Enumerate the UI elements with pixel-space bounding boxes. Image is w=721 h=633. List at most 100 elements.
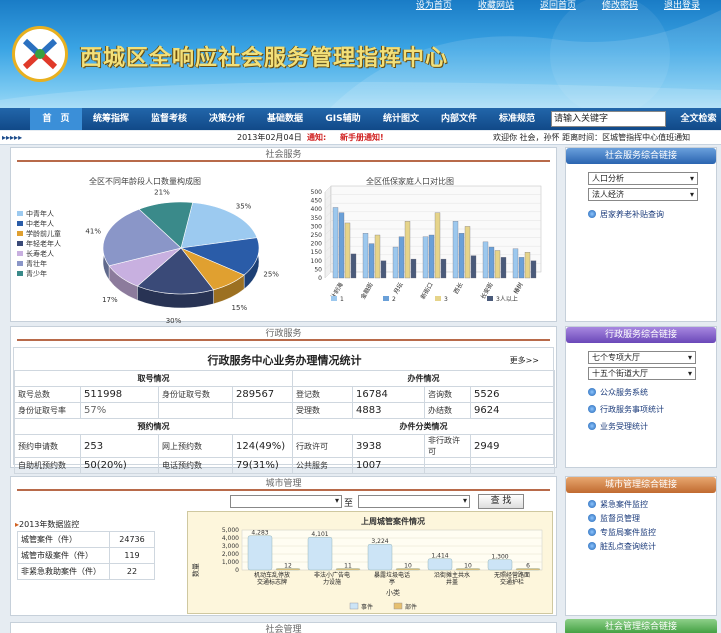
link-emergency-monitor[interactable]: 紧急案件监控 (588, 499, 648, 510)
admin-more-link[interactable]: 更多>> (510, 355, 539, 366)
legend-label: 年轻老年人 (26, 239, 61, 248)
logo-icon (12, 26, 68, 82)
sidebar-city-title: 城市管理综合链接 (566, 477, 716, 493)
nav-home[interactable]: 首 页 (30, 108, 82, 130)
legend-swatch (17, 251, 23, 256)
link-label: 脏乱点查询统计 (600, 542, 656, 551)
search-button[interactable]: 全文检索 (676, 108, 721, 130)
bar (530, 260, 537, 279)
social-management-panel: 社会管理 (10, 622, 557, 633)
link-public-service[interactable]: 公众服务系统 (588, 387, 648, 398)
cell-value: 79(31%) (232, 457, 293, 474)
y-axis-label: 数量 (191, 563, 200, 577)
link-change-password[interactable]: 修改密码 (589, 0, 651, 14)
x-tick-label: 力设施 (323, 578, 341, 586)
link-special-case-monitor[interactable]: 专监局案件监控 (588, 527, 656, 538)
bar (332, 207, 339, 279)
end-date-input[interactable]: ▾ (358, 495, 470, 508)
date-range-separator: 至 (344, 499, 354, 509)
cell-value: 253 (80, 434, 159, 458)
admin-stats-table: 取号情况 办件情况 取号总数 511998 身份证取号数 289567 登记数 … (14, 370, 555, 474)
chevron-down-icon: ▾ (462, 496, 467, 505)
link-label: 公众服务系统 (600, 388, 648, 397)
find-button[interactable]: 查 找 (478, 494, 524, 509)
city-chart-box: 上周城管案件情况 数量 小类 0 1,000 2,000 3,000 4,000 5,000 4,… (187, 511, 553, 614)
link-bullet-icon (588, 542, 596, 550)
start-date-input[interactable]: ▾ (230, 495, 342, 508)
legend-swatch (331, 296, 337, 301)
ticker-left-tag: ▸▸▸▸▸ (2, 133, 23, 142)
bar (362, 233, 369, 279)
seven-halls-select[interactable]: 七个专项大厅 (588, 351, 696, 364)
nav-statistics[interactable]: 统计图文 (372, 108, 430, 130)
link-favorite[interactable]: 收藏网站 (465, 0, 527, 14)
bar (344, 222, 351, 279)
corporate-economy-select[interactable]: 法人经济 (588, 188, 698, 201)
cell-label: 预约申请数 (14, 434, 81, 458)
legend-label: 2 (392, 296, 396, 303)
link-business-stats[interactable]: 业务受理统计 (588, 421, 648, 432)
header-banner: 设为首页 收藏网站 返回首页 修改密码 退出登录 西城区全响应社会服务管理指挥中… (0, 0, 721, 108)
nav-decision[interactable]: 决策分析 (198, 108, 256, 130)
ticker-welcome: 欢迎你 社会，孙怀 距离时间：区城管指挥中心值班通知 (493, 133, 691, 142)
nav-gis[interactable]: GIS辅助 (314, 108, 372, 130)
nav-command[interactable]: 统筹指挥 (82, 108, 140, 130)
x-tick-label: 机动车乱停放 (254, 571, 290, 579)
y-tick-label: 5,000 (222, 527, 239, 534)
ticker-notice-link[interactable]: 新手册通知! (340, 131, 384, 144)
link-logout[interactable]: 退出登录 (651, 0, 713, 14)
cell-value: 22 (109, 563, 155, 580)
cell-label: 电话预约数 (158, 457, 233, 474)
legend-swatch (17, 221, 23, 226)
city-management-panel: 城市管理 ▾ 至 ▾ 查 找 ▸2013年数据监控 城管案件（件） 24736 城… (10, 476, 557, 616)
nav-supervision[interactable]: 监督考核 (140, 108, 198, 130)
bar-data-label: 10 (404, 563, 412, 570)
cell-label: 身份证取号率 (14, 402, 81, 419)
link-bullet-icon (588, 514, 596, 522)
city-case-bar-chart: 上周城管案件情况数量小类 01,0002,0003,0004,0005,000 4,… (191, 516, 543, 611)
sidebar-social-links: 社会服务综合链接 人口分析 法人经济 居家养老补贴查询 (565, 147, 717, 322)
social-service-panel: 社会服务 全区不同年龄段人口数量构成图 35% 25% 15% 30% 17% 41% 21… (10, 147, 557, 323)
link-set-home[interactable]: 设为首页 (403, 0, 465, 14)
cell-value: 50(20%) (80, 457, 159, 474)
link-admin-item-stats[interactable]: 行政服务事项统计 (588, 404, 664, 415)
cell-label: 城管市级案件（件） (17, 547, 110, 564)
nav-internal-docs[interactable]: 内部文件 (430, 108, 488, 130)
y-tick-label: 0 (318, 275, 322, 282)
low-income-bar-chart: 050100150200250300350400450500什刹海 金融街 月坛 新街… (311, 185, 542, 303)
link-supervisor-mgmt[interactable]: 监督员管理 (588, 513, 640, 524)
bar (350, 253, 357, 279)
link-elderly-subsidy[interactable]: 居家养老补贴查询 (588, 209, 664, 220)
city-management-title: 城市管理 (17, 477, 550, 491)
top-links: 设为首页 收藏网站 返回首页 修改密码 退出登录 (403, 0, 713, 14)
pie-data-label: 30% (166, 317, 182, 323)
bar (422, 236, 429, 279)
bar-data-label: 1,414 (431, 553, 448, 560)
bar (404, 221, 411, 279)
cell-value: 9624 (470, 402, 555, 419)
bar (452, 221, 459, 279)
x-tick-label: 新街口 (419, 281, 435, 301)
link-dirty-spot-query[interactable]: 脏乱点查询统计 (588, 541, 656, 552)
cell-label: 自助机预约数 (14, 457, 81, 474)
section-category: 办件分类情况 (292, 418, 555, 435)
search-input[interactable]: 请输入关键字 (551, 111, 666, 127)
pie-data-label: 15% (232, 304, 248, 312)
cell-value: 4883 (352, 402, 425, 419)
cell-value: 57% (80, 402, 159, 419)
legend-swatch (17, 271, 23, 276)
nav-basic-data[interactable]: 基础数据 (256, 108, 314, 130)
x-tick-label: 交通标志牌 (257, 578, 287, 586)
population-analysis-select[interactable]: 人口分析 (588, 172, 698, 185)
bar (487, 559, 513, 571)
nav-standards[interactable]: 标准规范 (488, 108, 546, 130)
fifteen-street-halls-select[interactable]: 十五个街道大厅 (588, 367, 696, 380)
link-back-home[interactable]: 返回首页 (527, 0, 589, 14)
y-tick-label: 50 (314, 266, 322, 273)
cell-label: 办结数 (424, 402, 471, 419)
link-label: 监督员管理 (600, 514, 640, 523)
cell-value: 119 (109, 547, 155, 564)
bar (410, 258, 417, 279)
cell-label: 咨询数 (424, 386, 471, 403)
sidebar-admin-links: 行政服务综合链接 七个专项大厅 十五个街道大厅 公众服务系统 行政服务事项统计 … (565, 326, 717, 468)
